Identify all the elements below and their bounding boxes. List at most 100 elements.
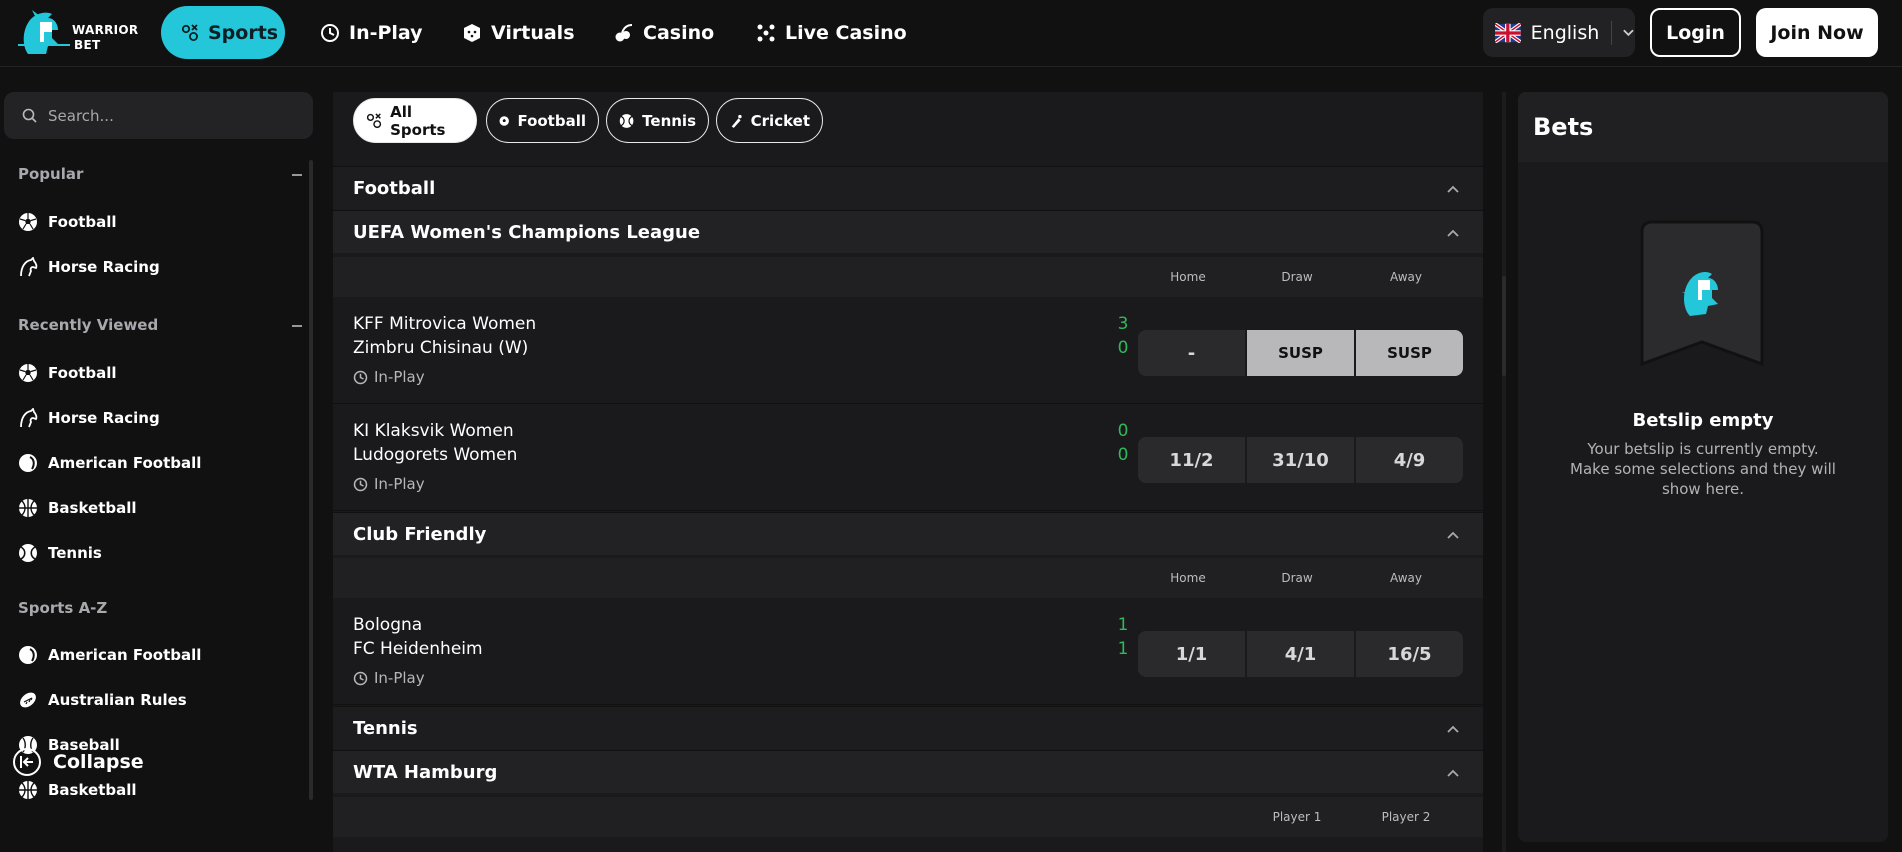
odds-column-headers: Home Draw Away: [333, 558, 1483, 598]
top-navigation: WARRIOR BET Sports In-Play Virtuals Casi…: [0, 0, 1902, 67]
sidebar-item-tennis[interactable]: Tennis: [18, 539, 102, 567]
odds-home-button[interactable]: -: [1138, 330, 1245, 376]
sidebar-item-label: Basketball: [48, 499, 137, 517]
league-title: WTA Hamburg: [353, 761, 498, 783]
col-away: Away: [1390, 571, 1422, 585]
away-team: FC Heidenheim: [353, 639, 483, 659]
match-status: In-Play: [353, 669, 425, 687]
league-header-uefa-womens-cl[interactable]: UEFA Women's Champions League: [333, 210, 1483, 253]
nav-live-casino[interactable]: Live Casino: [736, 6, 927, 59]
nav-sports-label: Sports: [208, 21, 279, 44]
chevron-up-icon: [1447, 725, 1459, 733]
sidebar-item-label: Football: [48, 213, 117, 231]
football-icon: [18, 212, 38, 232]
match-row[interactable]: KI Klaksvik Women Ludogorets Women In-Pl…: [333, 405, 1483, 511]
odds-home-button[interactable]: 1/1: [1138, 631, 1245, 677]
col-draw: Draw: [1281, 571, 1313, 585]
col-player-1: Player 1: [1272, 810, 1322, 824]
dice-dots-icon: [756, 23, 776, 43]
status-label: In-Play: [374, 475, 425, 493]
language-divider: [1611, 20, 1613, 45]
filter-football[interactable]: Football: [486, 98, 599, 143]
section-header-football[interactable]: Football: [333, 166, 1483, 209]
nav-casino[interactable]: Casino: [594, 6, 734, 59]
login-button[interactable]: Login: [1650, 8, 1741, 57]
home-score: 1: [1117, 615, 1129, 635]
sidebar-item-basketball[interactable]: Basketball: [18, 494, 137, 522]
filter-all-sports[interactable]: All Sports: [353, 98, 477, 143]
collapse-icon: [13, 748, 41, 776]
popular-collapse-icon[interactable]: [292, 174, 302, 176]
sidebar-item-label: American Football: [48, 646, 202, 664]
nav-virtuals[interactable]: Virtuals: [442, 6, 595, 59]
match-status: In-Play: [353, 368, 425, 386]
match-row[interactable]: Bologna FC Heidenheim In-Play 1 1 1/1 4/…: [333, 599, 1483, 705]
col-draw: Draw: [1281, 270, 1313, 284]
nav-sports[interactable]: Sports: [161, 6, 285, 59]
chevron-up-icon: [1447, 185, 1459, 193]
away-score: 0: [1117, 445, 1129, 465]
collapse-sidebar-button[interactable]: Collapse: [13, 748, 144, 776]
basketball-icon: [18, 498, 38, 518]
odds-away-button[interactable]: 16/5: [1356, 631, 1463, 677]
filter-label: Tennis: [642, 111, 696, 130]
sidebar-item-label: Football: [48, 364, 117, 382]
filter-tennis[interactable]: Tennis: [606, 98, 709, 143]
odds-away-button[interactable]: 4/9: [1356, 437, 1463, 483]
chevron-up-icon: [1447, 531, 1459, 539]
nav-in-play[interactable]: In-Play: [300, 6, 443, 59]
status-label: In-Play: [374, 368, 425, 386]
away-team: Zimbru Chisinau (W): [353, 338, 529, 358]
odds-draw-button[interactable]: 4/1: [1247, 631, 1354, 677]
col-away: Away: [1390, 270, 1422, 284]
nav-in-play-label: In-Play: [349, 21, 423, 44]
section-header-tennis[interactable]: Tennis: [333, 706, 1483, 749]
filter-cricket[interactable]: Cricket: [716, 98, 823, 143]
sidebar-item-australian-rules[interactable]: Australian Rules: [18, 686, 187, 714]
dice-icon: [462, 23, 482, 43]
scrollbar-thumb[interactable]: [1502, 276, 1506, 376]
sidebar-item-label: Australian Rules: [48, 691, 187, 709]
match-row[interactable]: KFF Mitrovica Women Zimbru Chisinau (W) …: [333, 298, 1483, 404]
sidebar-item-horse-racing[interactable]: Horse Racing: [18, 253, 160, 281]
recent-collapse-icon[interactable]: [292, 325, 302, 327]
american-football-icon: [18, 453, 38, 473]
search-box[interactable]: [4, 92, 313, 139]
home-team: KI Klaksvik Women: [353, 421, 514, 441]
col-player-2: Player 2: [1381, 810, 1431, 824]
status-label: In-Play: [374, 669, 425, 687]
search-icon: [22, 108, 37, 123]
home-team: Bologna: [353, 615, 423, 635]
sidebar-item-label: American Football: [48, 454, 202, 472]
sidebar-item-horse-racing[interactable]: Horse Racing: [18, 404, 160, 432]
cherry-icon: [614, 23, 634, 43]
sidebar-item-american-football[interactable]: American Football: [18, 449, 201, 477]
search-input[interactable]: [48, 106, 298, 125]
odds-draw-button[interactable]: SUSP: [1247, 330, 1354, 376]
nav-casino-label: Casino: [643, 21, 715, 44]
league-header-club-friendly[interactable]: Club Friendly: [333, 512, 1483, 555]
sidebar-item-football[interactable]: Football: [18, 359, 117, 387]
odds-away-button[interactable]: SUSP: [1356, 330, 1463, 376]
betslip-empty-title: Betslip empty: [1632, 410, 1774, 431]
basketball-icon: [18, 780, 38, 800]
brand-name: WARRIOR: [72, 23, 139, 37]
home-score: 0: [1117, 421, 1129, 441]
language-selector[interactable]: English: [1483, 8, 1635, 57]
sidebar-scrollbar[interactable]: [309, 160, 313, 800]
main-scrollbar[interactable]: [1502, 92, 1506, 852]
language-label: English: [1530, 21, 1600, 44]
sidebar-item-american-football[interactable]: American Football: [18, 641, 201, 669]
sidebar-item-label: Basketball: [48, 781, 137, 799]
sidebar-item-football[interactable]: Football: [18, 208, 117, 236]
league-header-wta-hamburg[interactable]: WTA Hamburg: [333, 750, 1483, 793]
sidebar-item-basketball[interactable]: Basketball: [18, 776, 137, 804]
brand-logo[interactable]: WARRIOR BET: [18, 8, 138, 58]
join-now-button[interactable]: Join Now: [1756, 8, 1878, 57]
odds-home-button[interactable]: 11/2: [1138, 437, 1245, 483]
odds-draw-button[interactable]: 31/10: [1247, 437, 1354, 483]
sport-filter-bar: All Sports Football Tennis Cricket: [333, 92, 1483, 164]
col-home: Home: [1170, 270, 1206, 284]
recently-viewed-heading: Recently Viewed: [18, 316, 159, 334]
horse-icon: [18, 408, 38, 428]
